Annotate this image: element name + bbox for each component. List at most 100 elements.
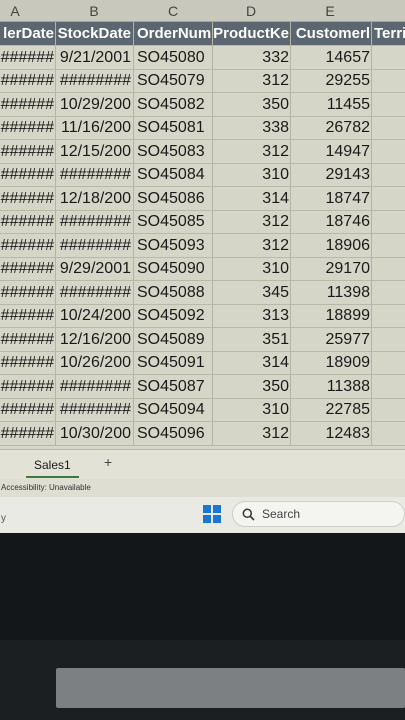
product-key-cell[interactable]: 350	[213, 375, 291, 398]
column-letter-e[interactable]: E	[320, 3, 340, 19]
order-number-cell[interactable]: SO45086	[135, 187, 213, 210]
order-number-cell[interactable]: SO45092	[135, 304, 213, 327]
header-cell-territory[interactable]: Terri	[372, 22, 405, 45]
stock-date-cell[interactable]: 10/29/200	[56, 93, 133, 116]
product-key-cell[interactable]: 314	[213, 187, 291, 210]
column-letter-a[interactable]: A	[5, 3, 25, 19]
accessibility-status[interactable]: Accessibility: Unavailable	[1, 483, 91, 492]
customer-key-cell[interactable]: 11455	[291, 93, 371, 116]
customer-key-cell[interactable]: 22785	[291, 398, 371, 421]
order-date-cell[interactable]: ######	[0, 375, 56, 398]
order-date-cell[interactable]: ######	[0, 163, 56, 186]
product-key-cell[interactable]: 350	[213, 93, 291, 116]
order-number-cell[interactable]: SO45079	[135, 69, 213, 92]
customer-key-cell[interactable]: 29170	[291, 257, 371, 280]
order-date-cell[interactable]: ######	[0, 281, 56, 304]
order-date-cell[interactable]: ######	[0, 140, 56, 163]
stock-date-cell[interactable]: 9/29/2001	[56, 257, 133, 280]
header-cell-ordernum[interactable]: OrderNum	[135, 22, 213, 45]
order-date-cell[interactable]: ######	[0, 304, 56, 327]
product-key-cell[interactable]: 338	[213, 116, 291, 139]
add-sheet-button[interactable]: +	[104, 454, 112, 470]
stock-date-cell[interactable]: 10/24/200	[56, 304, 133, 327]
customer-key-cell[interactable]: 11398	[291, 281, 371, 304]
stock-date-cell[interactable]: 10/26/200	[56, 351, 133, 374]
order-date-cell[interactable]: ######	[0, 328, 56, 351]
stock-date-cell[interactable]: ########	[56, 69, 133, 92]
stock-date-cell[interactable]: 10/30/200	[56, 422, 133, 445]
stock-date-cell[interactable]: ########	[56, 281, 133, 304]
order-number-cell[interactable]: SO45093	[135, 234, 213, 257]
stock-date-cell[interactable]: 11/16/200	[56, 116, 133, 139]
product-key-cell[interactable]: 310	[213, 163, 291, 186]
order-date-cell[interactable]: ######	[0, 398, 56, 421]
customer-key-cell[interactable]: 12483	[291, 422, 371, 445]
customer-key-cell[interactable]: 18909	[291, 351, 371, 374]
taskbar-search-box[interactable]: Search	[232, 501, 405, 527]
sheet-tab-sales1[interactable]: Sales1	[26, 454, 79, 478]
order-number-cell[interactable]: SO45091	[135, 351, 213, 374]
header-cell-customerkey[interactable]: Customerl	[291, 22, 371, 45]
customer-key-cell[interactable]: 18899	[291, 304, 371, 327]
product-key-cell[interactable]: 345	[213, 281, 291, 304]
product-key-cell[interactable]: 332	[213, 46, 291, 69]
product-key-cell[interactable]: 351	[213, 328, 291, 351]
product-key-cell[interactable]: 313	[213, 304, 291, 327]
customer-key-cell[interactable]: 29143	[291, 163, 371, 186]
customer-key-cell[interactable]: 26782	[291, 116, 371, 139]
stock-date-cell[interactable]: 12/16/200	[56, 328, 133, 351]
order-date-cell[interactable]: ######	[0, 422, 56, 445]
stock-date-cell[interactable]: ########	[56, 398, 133, 421]
customer-key-cell[interactable]: 18906	[291, 234, 371, 257]
order-date-cell[interactable]: ######	[0, 351, 56, 374]
customer-key-cell[interactable]: 18747	[291, 187, 371, 210]
stock-date-cell[interactable]: ########	[56, 210, 133, 233]
stock-date-cell[interactable]: 12/18/200	[56, 187, 133, 210]
stock-date-cell[interactable]: 9/21/2001	[56, 46, 133, 69]
order-number-cell[interactable]: SO45089	[135, 328, 213, 351]
order-number-cell[interactable]: SO45090	[135, 257, 213, 280]
order-number-cell[interactable]: SO45088	[135, 281, 213, 304]
order-number-cell[interactable]: SO45081	[135, 116, 213, 139]
stock-date-cell[interactable]: 12/15/200	[56, 140, 133, 163]
order-date-cell[interactable]: ######	[0, 187, 56, 210]
order-number-cell[interactable]: SO45085	[135, 210, 213, 233]
order-number-cell[interactable]: SO45087	[135, 375, 213, 398]
customer-key-cell[interactable]: 29255	[291, 69, 371, 92]
order-number-cell[interactable]: SO45082	[135, 93, 213, 116]
customer-key-cell[interactable]: 11388	[291, 375, 371, 398]
column-letter-c[interactable]: C	[163, 3, 183, 19]
order-number-cell[interactable]: SO45084	[135, 163, 213, 186]
product-key-cell[interactable]: 312	[213, 422, 291, 445]
customer-key-cell[interactable]: 18746	[291, 210, 371, 233]
order-number-cell[interactable]: SO45083	[135, 140, 213, 163]
column-letter-d[interactable]: D	[241, 3, 261, 19]
column-letter-b[interactable]: B	[84, 3, 104, 19]
customer-key-cell[interactable]: 14947	[291, 140, 371, 163]
header-cell-stockdate[interactable]: StockDate	[56, 22, 133, 45]
order-date-cell[interactable]: ######	[0, 234, 56, 257]
product-key-cell[interactable]: 312	[213, 210, 291, 233]
order-date-cell[interactable]: ######	[0, 69, 56, 92]
product-key-cell[interactable]: 312	[213, 140, 291, 163]
product-key-cell[interactable]: 310	[213, 257, 291, 280]
order-number-cell[interactable]: SO45094	[135, 398, 213, 421]
product-key-cell[interactable]: 310	[213, 398, 291, 421]
header-cell-productkey[interactable]: ProductKe	[213, 22, 291, 45]
stock-date-cell[interactable]: ########	[56, 375, 133, 398]
stock-date-cell[interactable]: ########	[56, 163, 133, 186]
order-date-cell[interactable]: ######	[0, 93, 56, 116]
customer-key-cell[interactable]: 14657	[291, 46, 371, 69]
stock-date-cell[interactable]: ########	[56, 234, 133, 257]
header-cell-orderdate[interactable]: lerDate	[0, 22, 56, 45]
order-date-cell[interactable]: ######	[0, 46, 56, 69]
product-key-cell[interactable]: 312	[213, 69, 291, 92]
windows-start-icon[interactable]	[203, 505, 221, 523]
order-number-cell[interactable]: SO45080	[135, 46, 213, 69]
order-date-cell[interactable]: ######	[0, 257, 56, 280]
order-number-cell[interactable]: SO45096	[135, 422, 213, 445]
order-date-cell[interactable]: ######	[0, 210, 56, 233]
product-key-cell[interactable]: 314	[213, 351, 291, 374]
order-date-cell[interactable]: ######	[0, 116, 56, 139]
customer-key-cell[interactable]: 25977	[291, 328, 371, 351]
